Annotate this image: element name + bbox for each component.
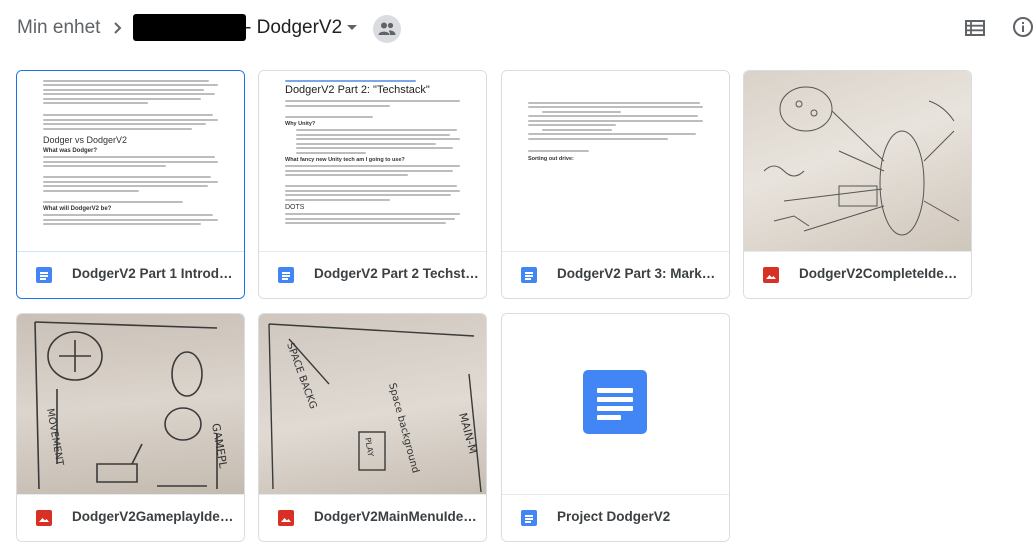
preview-title: DodgerV2 Part 2: "Techstack" — [285, 84, 430, 96]
file-thumbnail — [744, 71, 971, 251]
caret-down-icon[interactable] — [347, 25, 357, 30]
preview-subheading: Why Unity? — [285, 120, 316, 127]
preview-subheading: What was Dodger? — [43, 147, 98, 154]
preview-subheading: What fancy new Unity tech am I going to … — [285, 156, 405, 163]
file-name: DodgerV2MainMenuIdea.... — [314, 509, 479, 524]
svg-text:MOVEMENT: MOVEMENT — [44, 408, 65, 468]
drive-header: Min enhet - DodgerV2 — [0, 0, 1033, 56]
file-card-footer: DodgerV2 Part 2 Techsta... — [259, 251, 486, 298]
file-thumbnail: Sorting out drive: — [502, 71, 729, 251]
svg-text:MAIN-M: MAIN-M — [456, 411, 479, 455]
image-file-icon — [278, 510, 294, 526]
file-card-project-dodgerv2[interactable]: Project DodgerV2 — [501, 313, 730, 542]
google-docs-large-icon — [583, 370, 647, 434]
file-card-gameplay-idea[interactable]: MOVEMENT GAMEPL DodgerV2GameplayIdea.j..… — [16, 313, 245, 542]
shared-people-icon[interactable] — [373, 15, 401, 43]
sketch-image: MOVEMENT GAMEPL — [34, 321, 230, 490]
google-docs-icon — [521, 267, 537, 283]
file-name: DodgerV2 Part 3: Marketr... — [557, 266, 722, 281]
file-thumbnail — [502, 314, 729, 494]
google-docs-icon — [278, 267, 294, 283]
google-docs-icon — [36, 267, 52, 283]
file-card-mainmenu-idea[interactable]: SPACE BACKG Space background MAIN-M PLAY… — [258, 313, 487, 542]
file-card-part2[interactable]: DodgerV2 Part 2: "Techstack" Why Unity? … — [258, 70, 487, 299]
preview-heading: Dodger vs DodgerV2 — [43, 134, 128, 145]
svg-text:Space background: Space background — [386, 382, 421, 474]
file-thumbnail: SPACE BACKG Space background MAIN-M PLAY — [259, 314, 486, 494]
list-view-icon[interactable] — [963, 16, 987, 40]
info-icon[interactable] — [1011, 15, 1033, 39]
file-card-footer: DodgerV2GameplayIdea.j... — [17, 494, 244, 541]
redacted-folder-name — [133, 14, 246, 41]
file-thumbnail: DodgerV2 Part 2: "Techstack" Why Unity? … — [259, 71, 486, 251]
breadcrumb-current-folder[interactable]: - DodgerV2 — [245, 17, 342, 39]
file-name: DodgerV2CompleteIdeaB... — [799, 266, 964, 281]
preview-subheading: What will DodgerV2 be? — [43, 205, 112, 212]
file-thumbnail: MOVEMENT GAMEPL — [17, 314, 244, 494]
svg-text:PLAY: PLAY — [363, 437, 375, 458]
file-name: DodgerV2 Part 2 Techsta... — [314, 266, 479, 281]
file-card-footer: Project DodgerV2 — [502, 494, 729, 541]
file-name: Project DodgerV2 — [557, 509, 671, 524]
file-name: DodgerV2GameplayIdea.j... — [72, 509, 237, 524]
file-card-footer: DodgerV2 Part 3: Marketr... — [502, 251, 729, 298]
image-file-icon — [36, 510, 52, 526]
file-card-part3[interactable]: Sorting out drive: DodgerV2 Part 3: Mark… — [501, 70, 730, 299]
preview-subheading: Sorting out drive: — [528, 155, 574, 162]
breadcrumb-root[interactable]: Min enhet — [17, 17, 100, 39]
file-card-part1[interactable]: Dodger vs DodgerV2 What was Dodger? What… — [16, 70, 245, 299]
file-card-footer: DodgerV2 Part 1 Introduc... — [17, 251, 244, 298]
sketch-image — [763, 86, 960, 236]
google-docs-icon — [521, 510, 537, 526]
chevron-right-icon — [114, 22, 122, 34]
file-card-complete-idea[interactable]: DodgerV2CompleteIdeaB... — [743, 70, 972, 299]
file-card-footer: DodgerV2CompleteIdeaB... — [744, 251, 971, 298]
svg-text:GAMEPL: GAMEPL — [209, 422, 230, 470]
file-name: DodgerV2 Part 1 Introduc... — [72, 266, 237, 281]
sketch-image: SPACE BACKG Space background MAIN-M PLAY — [268, 323, 482, 493]
file-card-footer: DodgerV2MainMenuIdea.... — [259, 494, 486, 541]
image-file-icon — [763, 267, 779, 283]
preview-subheading: DOTS — [285, 203, 305, 211]
file-thumbnail: Dodger vs DodgerV2 What was Dodger? What… — [17, 71, 244, 251]
svg-text:SPACE BACKG: SPACE BACKG — [284, 341, 318, 410]
